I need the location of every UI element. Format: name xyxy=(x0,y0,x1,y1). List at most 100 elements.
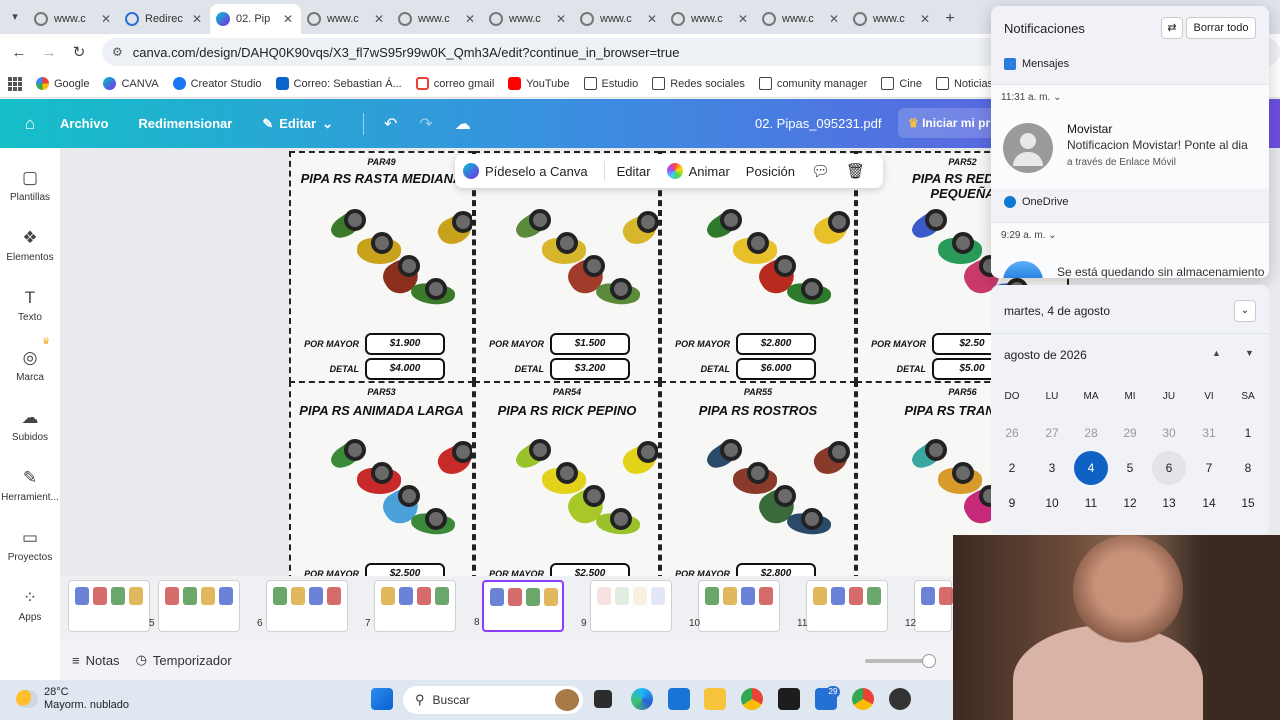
notes-button[interactable]: ≡ Notas xyxy=(72,653,120,668)
sidebar-item-7[interactable]: ▭ Proyectos xyxy=(0,528,60,563)
comment-add-icon[interactable]: 💬︎ xyxy=(811,162,830,180)
calendar-day[interactable]: 14 xyxy=(1192,486,1226,520)
bookmark-item[interactable]: Redes sociales xyxy=(652,77,745,90)
calendar-day[interactable]: 13 xyxy=(1152,486,1186,520)
calendar-day[interactable]: 8 xyxy=(1231,451,1265,485)
animate-button[interactable]: Animar xyxy=(666,163,730,179)
calendar-day[interactable]: 12 xyxy=(1113,486,1147,520)
prev-month-icon[interactable]: ▲ xyxy=(1212,348,1221,358)
bookmark-item[interactable]: comunity manager xyxy=(758,77,867,90)
calendar-day[interactable]: 10 xyxy=(1035,486,1069,520)
bookmark-item[interactable]: Noticias xyxy=(935,77,993,90)
position-button[interactable]: Posición xyxy=(746,164,795,179)
calendar-day[interactable]: 2 xyxy=(995,451,1029,485)
page-thumbnail[interactable] xyxy=(68,580,150,632)
sidebar-item-4[interactable]: ◎ Marca ♛ xyxy=(0,336,60,383)
task-view-icon[interactable] xyxy=(594,690,612,708)
tab-close-icon[interactable]: ✕ xyxy=(372,12,386,26)
product-card[interactable]: PAR55 PIPA RS ROSTROS POR MAYOR $2.800 xyxy=(660,381,856,576)
bookmark-item[interactable]: Cine xyxy=(881,77,922,90)
resize-button[interactable]: Redimensionar xyxy=(138,116,232,131)
page-thumbnail[interactable]: 8 xyxy=(474,580,564,632)
product-card[interactable]: PAR53 PIPA RS ANIMADA LARGA POR MAYOR $2.50… xyxy=(289,381,474,576)
zoom-slider-handle[interactable] xyxy=(922,654,936,668)
browser-tab[interactable]: www.c ✕ xyxy=(28,4,119,34)
file-menu[interactable]: Archivo xyxy=(60,116,108,131)
ask-canva-button[interactable]: Pídeselo a Canva xyxy=(463,163,588,179)
page-thumbnail[interactable]: 10 xyxy=(689,580,780,632)
tab-search-icon[interactable]: ▾ xyxy=(6,8,24,26)
browser-tab[interactable]: www.c ✕ xyxy=(756,4,847,34)
product-card[interactable]: PAR54 PIPA RS RICK PEPINO POR MAYOR $2.500 xyxy=(474,381,660,576)
site-info-icon[interactable]: ⚙ xyxy=(112,45,123,59)
clear-all-button[interactable]: Borrar todo xyxy=(1186,17,1256,39)
calendar-day[interactable]: 11 xyxy=(1074,486,1108,520)
page-thumbnail[interactable]: 9 xyxy=(581,580,672,632)
sidebar-item-5[interactable]: ☁ Subidos xyxy=(0,408,60,443)
app-icon[interactable] xyxy=(889,688,911,710)
store-icon[interactable] xyxy=(668,688,690,710)
calendar-month[interactable]: agosto de 2026 xyxy=(1004,348,1087,362)
bookmark-item[interactable]: Correo: Sebastian Á... xyxy=(275,77,402,90)
sidebar-item-1[interactable]: ▢ Plantillas xyxy=(0,168,60,203)
redo-icon[interactable]: ↷ xyxy=(419,114,432,134)
next-month-icon[interactable]: ▼ xyxy=(1245,348,1254,358)
product-card[interactable]: PAR49 PIPA RS RASTA MEDIANA POR MAYOR $1.90… xyxy=(289,151,474,383)
calendar-day[interactable]: 26 xyxy=(995,416,1029,450)
collapse-chevron-icon[interactable]: ⌄ xyxy=(1234,300,1256,322)
taskbar-search[interactable]: ⚲ Buscar xyxy=(403,686,583,714)
forward-icon[interactable]: → xyxy=(34,44,64,61)
sidebar-item-2[interactable]: ❖ Elementos xyxy=(0,228,60,263)
tab-close-icon[interactable]: ✕ xyxy=(99,12,113,26)
sidebar-item-8[interactable]: ⁘ Apps xyxy=(0,588,60,623)
notification-card-onedrive[interactable]: 9:29 a. m. ⌄ Se está quedando sin almace… xyxy=(991,222,1269,278)
new-tab-button[interactable]: + xyxy=(938,4,962,34)
page-thumbnail[interactable]: 6 xyxy=(257,580,348,632)
edge-icon[interactable] xyxy=(631,688,653,710)
bookmark-item[interactable]: YouTube xyxy=(508,77,570,90)
browser-tab[interactable]: www.c ✕ xyxy=(574,4,665,34)
calendar-day[interactable]: 30 xyxy=(1152,416,1186,450)
browser-tab[interactable]: www.c ✕ xyxy=(483,4,574,34)
weather-widget[interactable]: 28°C Mayorm. nublado xyxy=(16,686,129,712)
browser-tab[interactable]: www.c ✕ xyxy=(301,4,392,34)
calendar-day[interactable]: 29 xyxy=(1113,416,1147,450)
chrome-profile-icon[interactable] xyxy=(852,688,874,710)
tab-close-icon[interactable]: ✕ xyxy=(463,12,477,26)
back-icon[interactable]: ← xyxy=(4,44,34,61)
timer-button[interactable]: ◷ Temporizador xyxy=(136,652,232,668)
calendar-day[interactable]: 1 xyxy=(1231,416,1265,450)
browser-tab[interactable]: 02. Pip ✕ xyxy=(210,4,301,34)
document-title[interactable]: 02. Pipas_095231.pdf xyxy=(755,116,882,131)
bookmark-item[interactable]: Creator Studio xyxy=(172,77,262,90)
browser-tab[interactable]: Redirec ✕ xyxy=(119,4,210,34)
apps-grid-icon[interactable] xyxy=(8,76,22,91)
notification-app-messages[interactable]: Mensajes xyxy=(1004,58,1069,70)
notification-card-movistar[interactable]: 11:31 a. m. ⌄ Movistar Notificacion Movi… xyxy=(991,84,1269,189)
edit-image-button[interactable]: Editar xyxy=(617,164,651,179)
design-page[interactable]: PAR49 PIPA RS RASTA MEDIANA POR MAYOR $1.90… xyxy=(289,151,1069,576)
sidebar-item-6[interactable]: ✎ Herramient... xyxy=(0,468,60,503)
home-icon[interactable]: ⌂ xyxy=(0,114,60,134)
sticky-notes-icon[interactable] xyxy=(778,688,800,710)
browser-tab[interactable]: www.c ✕ xyxy=(392,4,483,34)
calendar-day[interactable]: 5 xyxy=(1113,451,1147,485)
bookmark-item[interactable]: CANVA xyxy=(103,77,159,90)
trash-icon[interactable]: 🗑︎ xyxy=(846,162,865,180)
calendar-day[interactable]: 6 xyxy=(1152,451,1186,485)
bookmark-item[interactable]: correo gmail xyxy=(415,77,494,90)
chrome-icon[interactable] xyxy=(741,688,763,710)
edit-menu[interactable]: ✎ Editar ⌄ xyxy=(262,116,333,132)
browser-tab[interactable]: www.c ✕ xyxy=(847,4,938,34)
page-thumbnail[interactable]: 7 xyxy=(365,580,456,632)
undo-icon[interactable]: ↶ xyxy=(384,114,397,134)
page-thumbnail[interactable]: 12 xyxy=(905,580,989,632)
bookmark-item[interactable]: Estudio xyxy=(583,77,638,90)
page-thumbnail[interactable]: 5 xyxy=(149,580,240,632)
tab-close-icon[interactable]: ✕ xyxy=(736,12,750,26)
sidebar-item-3[interactable]: T Texto xyxy=(0,288,60,323)
do-not-disturb-icon[interactable]: ⇄ xyxy=(1161,17,1183,39)
calendar-day[interactable]: 3 xyxy=(1035,451,1069,485)
calendar-day[interactable]: 15 xyxy=(1231,486,1265,520)
tab-close-icon[interactable]: ✕ xyxy=(554,12,568,26)
